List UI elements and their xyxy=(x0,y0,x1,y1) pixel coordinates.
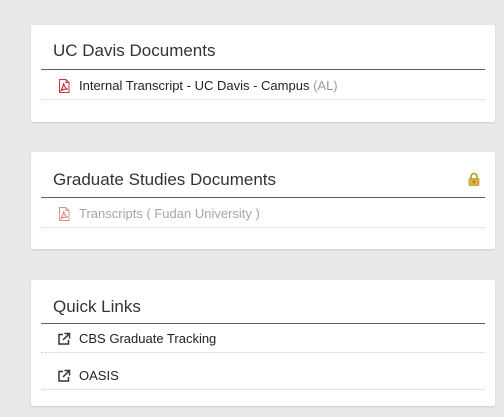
card-title: UC Davis Documents xyxy=(53,41,216,60)
pdf-icon xyxy=(59,207,70,221)
item-label: OASIS xyxy=(79,368,119,383)
external-link-icon xyxy=(58,369,71,382)
card-divider xyxy=(41,323,485,324)
card-divider xyxy=(41,197,485,198)
quick-links-card: Quick Links CBS Graduate Tracking OASIS xyxy=(31,280,495,406)
item-label: Transcripts ( Fudan University ) xyxy=(79,206,260,221)
external-link-icon xyxy=(58,332,71,345)
internal-transcript-link[interactable]: Internal Transcript - UC Davis - Campus … xyxy=(41,73,485,100)
item-note: (AL) xyxy=(313,78,338,93)
oasis-link[interactable]: OASIS xyxy=(41,363,485,390)
fudan-transcripts-item: Transcripts ( Fudan University ) xyxy=(41,201,485,228)
graduate-studies-documents-card: Graduate Studies Documents Transcripts (… xyxy=(31,152,495,249)
card-divider xyxy=(41,69,485,70)
card-title: Quick Links xyxy=(53,297,141,316)
cbs-graduate-tracking-link[interactable]: CBS Graduate Tracking xyxy=(41,326,485,353)
documents-page: UC Davis Documents Internal Transcript -… xyxy=(0,0,504,417)
lock-icon xyxy=(468,172,480,186)
pdf-icon xyxy=(59,79,70,93)
uc-davis-documents-card: UC Davis Documents Internal Transcript -… xyxy=(31,25,495,122)
item-label: Internal Transcript - UC Davis - Campus xyxy=(79,78,310,93)
card-title: Graduate Studies Documents xyxy=(53,170,277,189)
item-label: CBS Graduate Tracking xyxy=(79,331,217,346)
